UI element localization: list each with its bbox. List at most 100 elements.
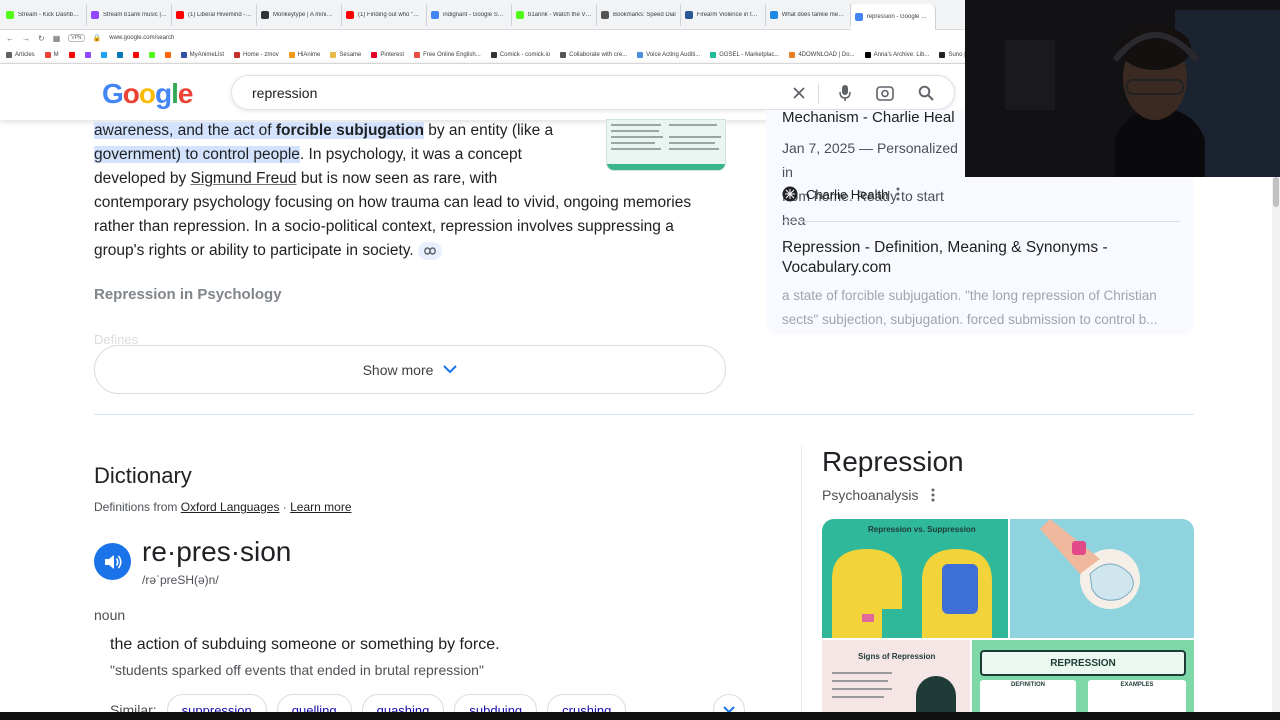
page-scrollbar[interactable] — [1272, 177, 1280, 720]
bookmark-item[interactable]: Pinterest — [371, 51, 404, 58]
source-link-icon[interactable] — [417, 241, 442, 260]
browser-tab-strip: Stream - Kick Dashboard Stream b1ank musi… — [0, 0, 965, 30]
bookmark-item[interactable]: Home - zmov — [234, 51, 279, 58]
result-title-vocabulary[interactable]: Repression - Definition, Meaning & Synon… — [782, 238, 1162, 278]
back-icon[interactable]: ← — [6, 34, 14, 43]
bookmark-item[interactable] — [68, 51, 75, 58]
oxford-languages-link[interactable]: Oxford Languages — [181, 500, 280, 514]
result-title-charlie-health[interactable]: Mechanism - Charlie Heal — [782, 109, 964, 126]
scrollbar-thumb[interactable] — [1273, 177, 1279, 207]
bookmark-item[interactable]: Free Online English... — [414, 51, 481, 58]
browser-tab[interactable]: (1) Liberal Hivemind - Yo — [172, 3, 257, 26]
snippet-thumbnail[interactable] — [606, 119, 726, 171]
show-more-button[interactable]: Show more — [94, 345, 726, 394]
lens-camera-icon[interactable] — [875, 83, 895, 103]
image-text-line — [832, 688, 892, 690]
brain-illustration — [1040, 519, 1140, 609]
browser-tab[interactable]: repression - Google Searc — [850, 3, 936, 30]
bookmark-label: Comick - comick.io — [499, 51, 551, 58]
bookmark-item[interactable]: 4DOWNLOAD | Do... — [789, 51, 855, 58]
bookmark-item[interactable]: Anna's Archive: Lib... — [864, 51, 929, 58]
definition-text: the action of subduing someone or someth… — [110, 636, 500, 653]
bookmarks-bar: Articles M MyAnimeList Home - zmov HiAnime Se… — [0, 46, 965, 64]
tab-favicon-icon — [684, 10, 693, 19]
head-silhouette-illustration — [832, 549, 992, 638]
browser-tab[interactable]: Bookmarks: Speed Dial — [597, 3, 681, 26]
bookmark-label: Suno | AI Music — [948, 51, 965, 58]
knowledge-panel-title: Repression — [822, 446, 964, 477]
bookmark-item[interactable] — [84, 51, 91, 58]
thumb-text-line — [669, 124, 717, 126]
forward-icon[interactable]: → — [22, 34, 30, 43]
bookmark-item[interactable] — [164, 51, 171, 58]
microphone-icon[interactable] — [835, 83, 855, 103]
browser-tab[interactable]: Firearm Violence in the U — [681, 3, 766, 26]
section-subheading: Repression in Psychology — [94, 286, 282, 303]
knowledge-panel-image[interactable]: Repression vs. Suppression — [822, 519, 1008, 638]
sigmund-freud-link[interactable]: Sigmund Freud — [191, 170, 297, 187]
browser-tab[interactable]: Stream - Kick Dashboard — [2, 3, 87, 26]
bookmark-favicon-icon — [490, 51, 497, 58]
tab-favicon-icon — [854, 12, 863, 21]
clear-icon[interactable] — [789, 83, 809, 103]
more-options-icon[interactable] — [931, 488, 935, 502]
bookmark-item[interactable]: M — [44, 51, 59, 58]
bookmark-item[interactable]: Suno | AI Music — [939, 51, 965, 58]
bookmark-item[interactable]: Articles — [6, 51, 35, 58]
knowledge-panel-image[interactable]: Signs of Repression — [822, 640, 970, 720]
bookmark-item[interactable] — [100, 51, 107, 58]
search-query[interactable]: repression — [252, 85, 317, 101]
tab-label: Stream b1ank music | Lis — [103, 11, 167, 18]
lock-icon[interactable]: 🔒 — [93, 34, 102, 42]
browser-tab[interactable]: b1annk - Watch the VOD — [512, 3, 597, 26]
bookmark-item[interactable] — [132, 51, 139, 58]
bookmark-item[interactable]: Collaborate with cre... — [560, 51, 628, 58]
bookmark-favicon-icon — [84, 51, 91, 58]
more-options-icon[interactable] — [896, 187, 900, 201]
bookmark-item[interactable]: HiAnime — [288, 51, 320, 58]
bookmark-item[interactable]: Comick - comick.io — [490, 51, 551, 58]
bookmark-item[interactable]: Sesame — [330, 51, 362, 58]
bookmark-label: MyAnimeList — [189, 51, 225, 58]
search-box[interactable]: repression — [231, 75, 955, 110]
knowledge-panel-image[interactable] — [1010, 519, 1194, 638]
browser-tab[interactable]: Stream b1ank music | Lis — [87, 3, 172, 26]
pronunciation-speaker-button[interactable] — [94, 543, 131, 580]
browser-tab[interactable]: Monkeytype | A minimalis — [257, 3, 342, 26]
browser-tab[interactable]: (1) Finding out who "own — [342, 3, 427, 26]
dictionary-heading: Dictionary — [94, 463, 192, 488]
tab-label: What does tankie mean - — [781, 11, 846, 18]
knowledge-panel-image[interactable]: REPRESSION DEFINITION EXAMPLES — [972, 640, 1194, 720]
bookmark-item[interactable] — [148, 51, 155, 58]
divider — [782, 221, 1180, 222]
bookmark-favicon-icon — [864, 51, 871, 58]
vpn-badge[interactable]: VPN — [68, 34, 85, 42]
learn-more-link[interactable]: Learn more — [290, 500, 351, 514]
browser-tab[interactable]: What does tankie mean - — [766, 3, 851, 26]
tab-favicon-icon — [6, 10, 14, 19]
browser-tab[interactable]: indignant - Google Search — [427, 3, 512, 26]
taskbar-edge — [0, 712, 1280, 720]
result-source[interactable]: Charlie Health — [782, 186, 900, 202]
image-text-line — [832, 672, 892, 674]
bookmark-favicon-icon — [180, 51, 187, 58]
google-logo[interactable]: Google — [102, 78, 193, 110]
tabs-grid-icon[interactable]: ▦ — [53, 34, 61, 43]
bookmark-label: Sesame — [339, 51, 362, 58]
tab-label: repression - Google Searc — [866, 13, 931, 20]
reload-icon[interactable]: ↻ — [38, 34, 45, 43]
search-icon[interactable] — [916, 83, 936, 103]
snippet-line-6: group's rights or ability to participate… — [94, 239, 724, 263]
bookmark-item[interactable]: Voice Acting Auditi... — [637, 51, 700, 58]
image-text-line — [832, 680, 888, 682]
tab-label: Stream - Kick Dashboard — [18, 11, 82, 18]
bookmark-item[interactable] — [116, 51, 123, 58]
show-more-label: Show more — [362, 361, 434, 378]
bookmark-item[interactable]: GGSEL - Marketplac... — [710, 51, 779, 58]
url-field[interactable]: www.google.com/search — [109, 35, 174, 41]
thumb-text-line — [611, 124, 661, 126]
speaker-icon — [104, 554, 122, 569]
bookmark-favicon-icon — [330, 51, 337, 58]
bookmark-label: Collaborate with cre... — [569, 51, 628, 58]
bookmark-item[interactable]: MyAnimeList — [180, 51, 225, 58]
